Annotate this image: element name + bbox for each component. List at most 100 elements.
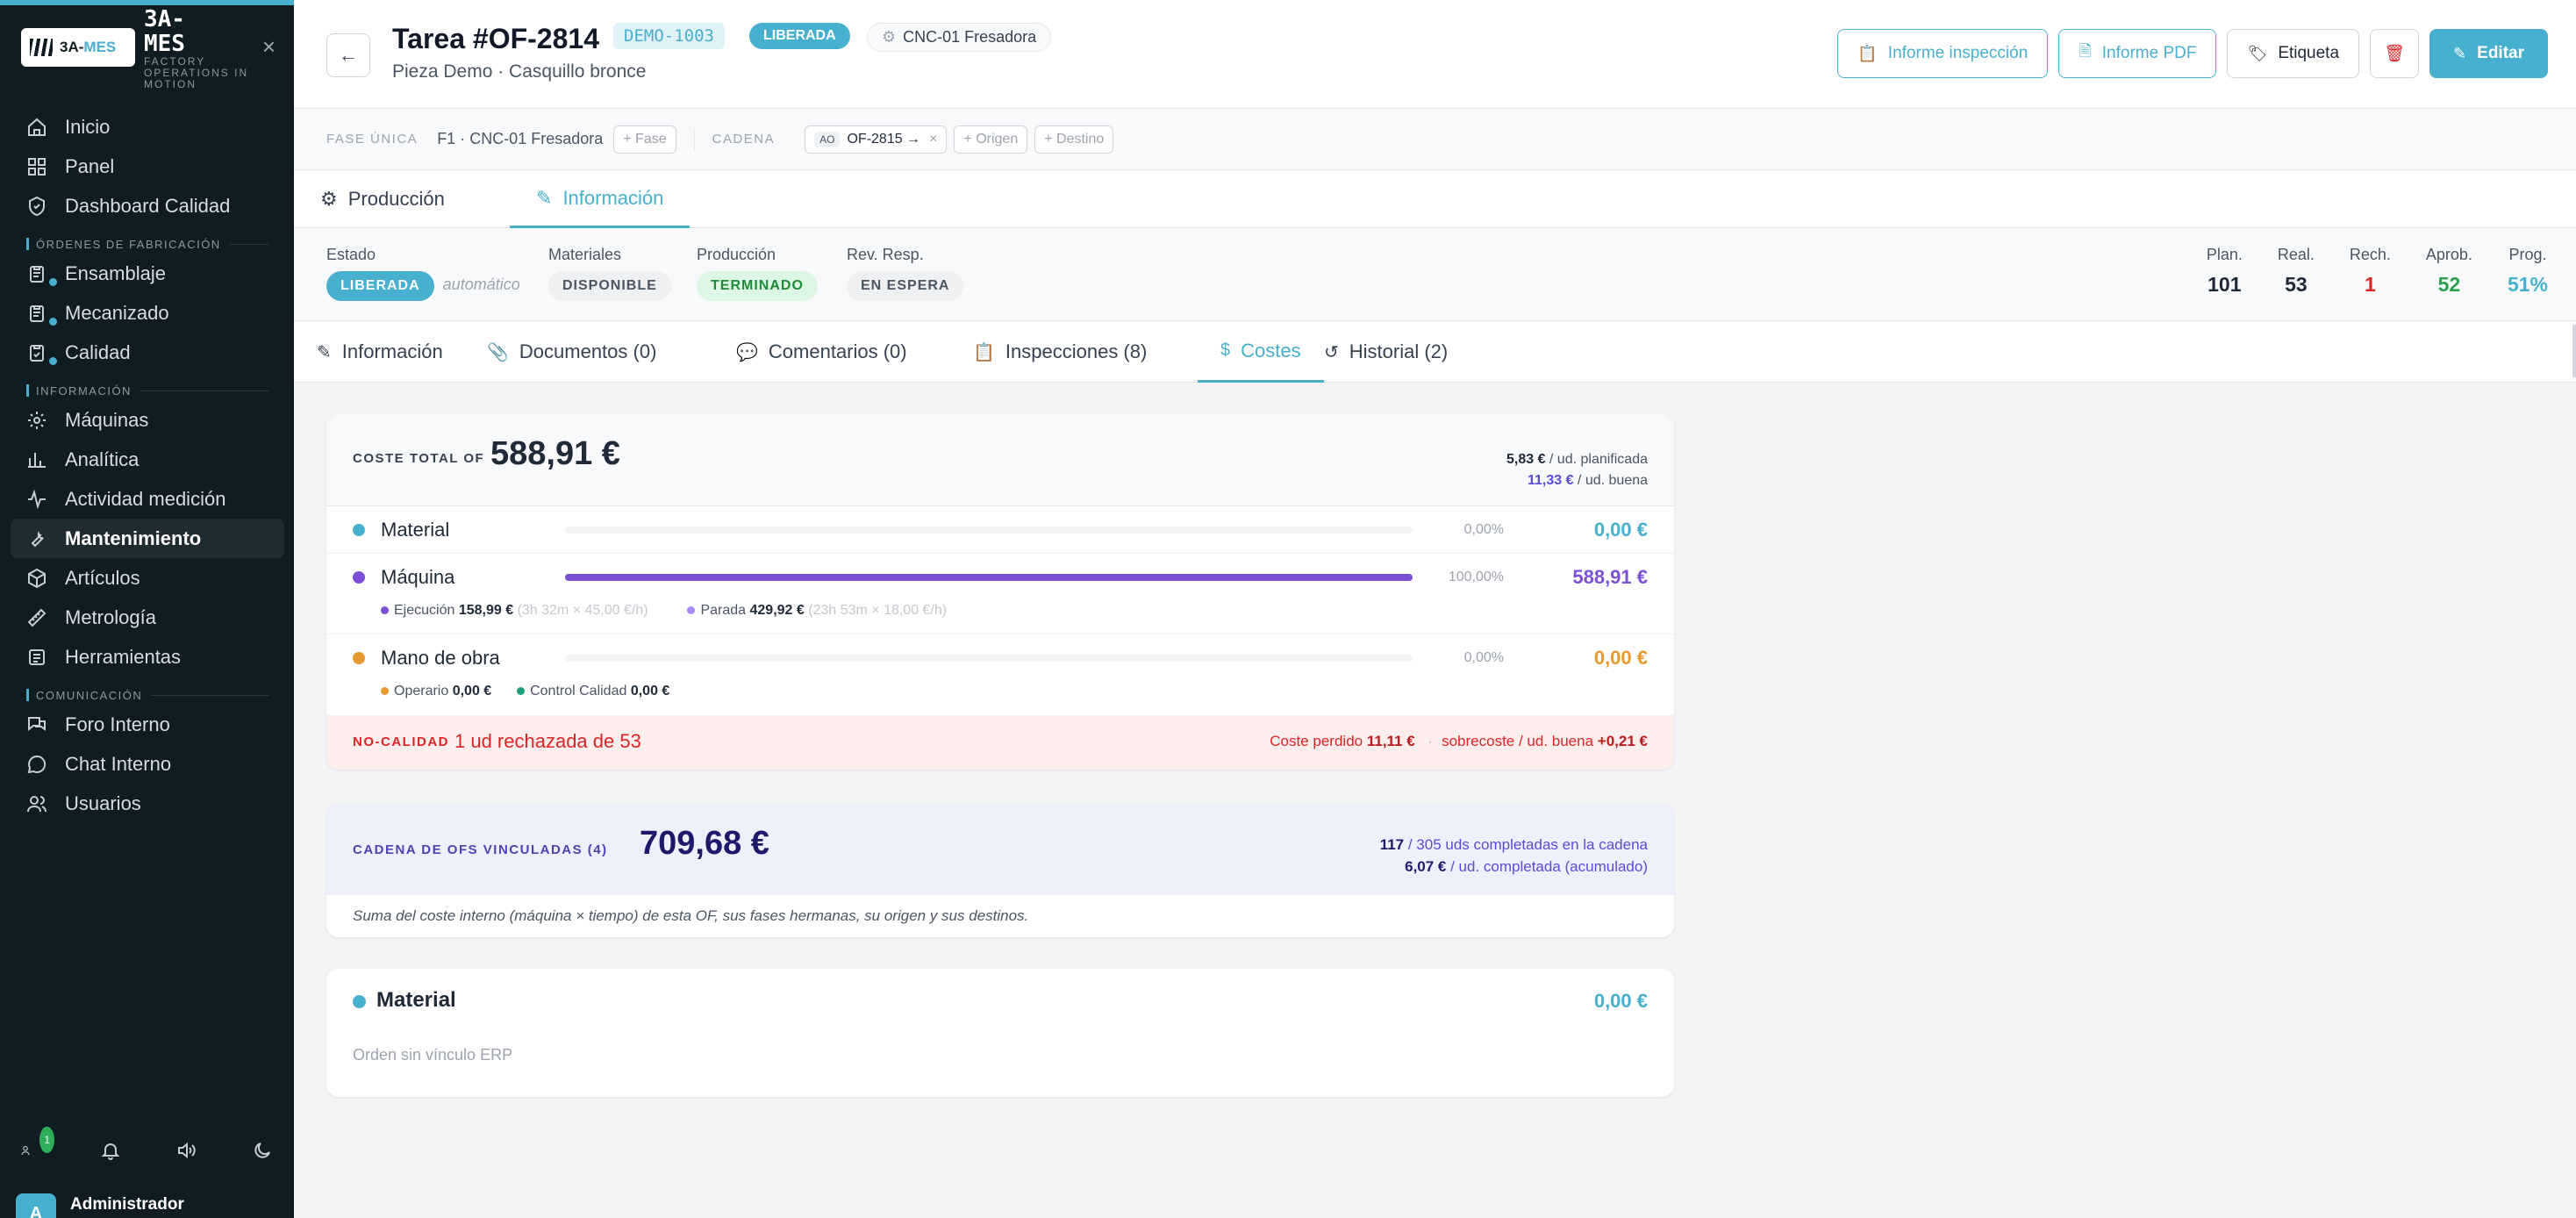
- chain-header: CADENA DE OFS VINCULADAS (4) 709,68 € 11…: [326, 804, 1674, 895]
- tab-inspections[interactable]: 📋 Inspecciones (8): [950, 321, 1170, 383]
- sidebar-item-metrologia[interactable]: Metrología: [11, 598, 284, 637]
- no-quality-row: NO-CALIDAD 1 ud rechazada de 53 Coste pe…: [326, 715, 1674, 770]
- kpi-value: 53: [2285, 273, 2308, 296]
- sidebar-item-dashboard-calidad[interactable]: Dashboard Calidad: [11, 186, 284, 226]
- stop-detail: (23h 53m × 18,00 €/h): [808, 603, 948, 618]
- brand: 3A- MES 3A- MES FACTORY OPERATIONS IN MOT…: [21, 7, 275, 90]
- sidebar-nav: Inicio Panel Dashboard Calidad ÓRDENES D…: [11, 107, 284, 823]
- tab-history[interactable]: ↺ Historial (2): [1301, 321, 1470, 383]
- sidebar-item-label: Herramientas: [65, 645, 182, 668]
- operator-dot: [381, 687, 389, 696]
- sidebar-item-inicio[interactable]: Inicio: [11, 107, 284, 147]
- status-dot: [49, 278, 57, 286]
- logo[interactable]: 3A- MES: [21, 28, 135, 67]
- sidebar-item-chat-interno[interactable]: Chat Interno: [11, 744, 284, 784]
- material-dot: [353, 524, 365, 536]
- add-phase-button[interactable]: + Fase: [613, 125, 676, 154]
- inspection-report-button[interactable]: 📋 Informe inspección: [1837, 29, 2049, 78]
- sidebar-item-label: Ensamblaje: [65, 262, 166, 284]
- material-card-title: Material: [376, 988, 456, 1012]
- tab-info[interactable]: ✎ Información: [294, 321, 466, 383]
- bell-icon[interactable]: [97, 1137, 124, 1164]
- tab-documents[interactable]: 📎 Documentos (0): [464, 321, 679, 383]
- status-dot: [49, 357, 57, 365]
- tab-production[interactable]: ⚙ Producción: [294, 170, 471, 228]
- cost-bar: [565, 574, 1413, 581]
- close-icon[interactable]: ×: [262, 33, 275, 61]
- history-icon: ↺: [1324, 342, 1339, 362]
- add-destination-button[interactable]: + Destino: [1034, 125, 1114, 154]
- pencil-icon: ✎: [317, 342, 332, 362]
- logo-accent: MES: [83, 39, 117, 55]
- box-icon: [26, 568, 47, 589]
- kpi-approved: Aprob. 52: [2426, 246, 2472, 297]
- add-origin-button[interactable]: + Origen: [954, 125, 1028, 154]
- kpi-value: 1: [2364, 273, 2376, 296]
- sidebar-item-maquinas[interactable]: Máquinas: [11, 400, 284, 440]
- sidebar-item-herramientas[interactable]: Herramientas: [11, 637, 284, 677]
- tab-information[interactable]: ✎ Información: [510, 170, 691, 228]
- sidebar-item-actividad-medicion[interactable]: Actividad medición: [11, 479, 284, 519]
- status-badge[interactable]: LIBERADA: [326, 271, 434, 301]
- cost-bar: [565, 527, 1413, 534]
- exec-detail: (3h 32m × 45,00 €/h): [517, 603, 648, 618]
- sidebar-item-calidad[interactable]: Calidad: [11, 333, 284, 372]
- tab-label: Documentos (0): [519, 340, 657, 362]
- delete-button[interactable]: 🗑: [2370, 29, 2420, 78]
- pencil-icon: ✎: [536, 186, 553, 209]
- sidebar-item-articulos[interactable]: Artículos: [11, 558, 284, 598]
- label-button[interactable]: 🏷 Etiqueta: [2227, 29, 2360, 78]
- kpi-label: Prog.: [2508, 246, 2547, 263]
- status-dot: [49, 318, 57, 326]
- status-badge[interactable]: TERMINADO: [697, 271, 818, 301]
- scrollbar[interactable]: [2572, 325, 2576, 377]
- status-badge: LIBERADA: [749, 23, 850, 49]
- sidebar-item-foro-interno[interactable]: Foro Interno: [11, 705, 284, 744]
- edit-button[interactable]: ✎ Editar: [2429, 29, 2548, 78]
- sidebar-item-mantenimiento[interactable]: Mantenimiento: [11, 519, 284, 558]
- stop-value: 429,92 €: [749, 603, 805, 618]
- sidebar-item-ensamblaje[interactable]: Ensamblaje: [11, 254, 284, 293]
- remove-chain-icon[interactable]: ×: [929, 132, 937, 147]
- online-users-icon[interactable]: 1: [21, 1127, 54, 1164]
- status-label: Producción: [697, 246, 776, 263]
- activity-icon: [26, 489, 47, 510]
- sidebar-item-panel[interactable]: Panel: [11, 147, 284, 186]
- sidebar-item-analitica[interactable]: Analítica: [11, 440, 284, 479]
- wrench-icon: [26, 528, 47, 549]
- machine-chip[interactable]: ⚙ CNC-01 Fresadora: [867, 23, 1052, 52]
- overcost-value: +0,21 €: [1597, 733, 1648, 749]
- status-rev-resp: Rev. Resp. EN ESPERA: [847, 246, 964, 301]
- tab-comments[interactable]: 💬 Comentarios (0): [713, 321, 930, 383]
- no-quality-text: 1 ud rechazada de 53: [454, 730, 641, 752]
- kpi-label: Real.: [2277, 246, 2315, 263]
- order-code-chip: DEMO-1003: [613, 23, 725, 49]
- chat-icon: [26, 754, 47, 775]
- status-badge[interactable]: EN ESPERA: [847, 271, 964, 301]
- sidebar-item-label: Chat Interno: [65, 752, 172, 775]
- user-profile[interactable]: A Administrador: [16, 1193, 184, 1218]
- speaker-icon[interactable]: [173, 1137, 199, 1164]
- cost-row-name: Mano de obra: [381, 647, 500, 669]
- lost-cost-value: 11,11 €: [1366, 733, 1415, 749]
- cost-total-label: COSTE TOTAL OF: [353, 451, 485, 466]
- cost-row-labor: Mano de obra 0,00% 0,00 € Operario 0,00 …: [326, 634, 1674, 715]
- chain-total-value: 709,68 €: [640, 825, 769, 862]
- pdf-report-button[interactable]: 🗎 Informe PDF: [2058, 29, 2217, 78]
- sidebar-item-usuarios[interactable]: Usuarios: [11, 784, 284, 823]
- cost-bar: [565, 655, 1413, 662]
- section-orders: ÓRDENES DE FABRICACIÓN: [11, 234, 284, 254]
- kpi-label: Aprob.: [2425, 246, 2472, 263]
- shield-icon: [26, 196, 47, 217]
- clipboard-check-icon: [26, 342, 47, 363]
- sidebar-item-mecanizado[interactable]: Mecanizado: [11, 293, 284, 333]
- status-badge[interactable]: DISPONIBLE: [548, 271, 671, 301]
- machine-dot: [353, 571, 365, 584]
- status-label: Rev. Resp.: [847, 246, 924, 263]
- label-button-label: Etiqueta: [2278, 44, 2340, 62]
- chain-link-chip[interactable]: AO OF-2815 → ×: [805, 125, 948, 154]
- tab-label: Comentarios (0): [768, 340, 907, 362]
- back-button[interactable]: ←: [326, 33, 370, 77]
- chain-label: CADENA DE OFS VINCULADAS (4): [353, 842, 608, 857]
- moon-icon[interactable]: [249, 1137, 275, 1164]
